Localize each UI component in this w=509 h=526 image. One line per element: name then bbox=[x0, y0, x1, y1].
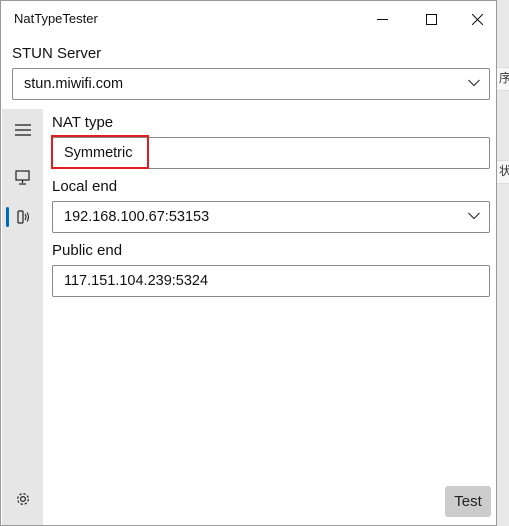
annotation-highlight-box bbox=[51, 135, 149, 169]
network-transmit-icon bbox=[16, 210, 29, 224]
sidebar-item-settings[interactable] bbox=[2, 485, 43, 513]
local-end-value: 192.168.100.67:53153 bbox=[64, 209, 210, 225]
background-text: 状 bbox=[499, 164, 509, 178]
local-end-combobox[interactable]: 192.168.100.67:53153 bbox=[52, 201, 490, 233]
stun-server-label: STUN Server bbox=[12, 45, 102, 62]
local-end-label: Local end bbox=[52, 178, 118, 195]
sidebar-item-rfc3489[interactable] bbox=[2, 203, 43, 231]
public-end-value: 117.151.104.239:5324 bbox=[64, 273, 209, 289]
chevron-down-icon[interactable] bbox=[468, 212, 480, 220]
gear-icon bbox=[16, 493, 29, 505]
chevron-down-icon[interactable] bbox=[468, 79, 480, 87]
public-end-field[interactable]: 117.151.104.239:5324 bbox=[52, 265, 490, 297]
close-button[interactable] bbox=[454, 1, 500, 37]
test-button[interactable]: Test bbox=[445, 486, 491, 517]
background-window-strip: 序 状 bbox=[497, 0, 509, 526]
hamburger-menu-icon bbox=[14, 124, 31, 136]
maximize-icon bbox=[425, 13, 437, 25]
monitor-icon bbox=[14, 170, 30, 185]
window-title: NatTypeTester bbox=[14, 11, 98, 26]
nat-type-label: NAT type bbox=[52, 114, 114, 131]
public-end-label: Public end bbox=[52, 242, 123, 259]
sidebar-item-local-test[interactable] bbox=[2, 164, 43, 192]
stun-server-combobox[interactable]: stun.miwifi.com bbox=[12, 68, 490, 100]
close-icon bbox=[471, 13, 483, 25]
app-window: NatTypeTester STUN Server stun.miwifi.co… bbox=[0, 0, 497, 526]
title-bar[interactable]: NatTypeTester bbox=[1, 1, 496, 37]
maximize-button[interactable] bbox=[408, 1, 454, 37]
minimize-icon bbox=[376, 18, 388, 20]
minimize-button[interactable] bbox=[359, 1, 405, 37]
background-text: 序 bbox=[499, 71, 509, 85]
sidebar-menu-button[interactable] bbox=[2, 116, 43, 144]
stun-server-value: stun.miwifi.com bbox=[24, 76, 124, 92]
